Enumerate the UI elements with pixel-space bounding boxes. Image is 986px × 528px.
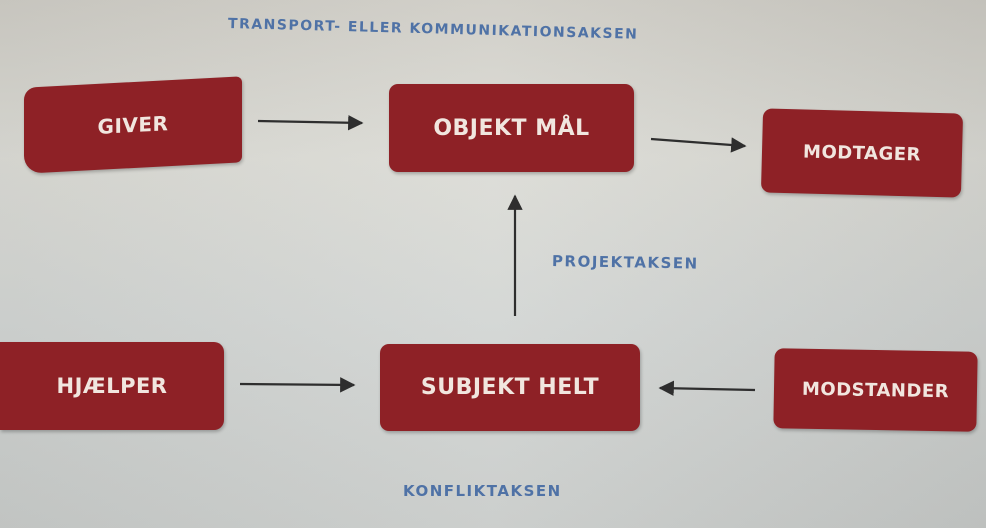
arrow-giver-to-object <box>257 115 364 131</box>
arrow-opponent-to-subject <box>658 380 756 396</box>
arrow-helper-to-subject <box>239 377 356 393</box>
arrows-layer <box>239 115 756 396</box>
arrow-object-to-receiver <box>650 137 747 153</box>
